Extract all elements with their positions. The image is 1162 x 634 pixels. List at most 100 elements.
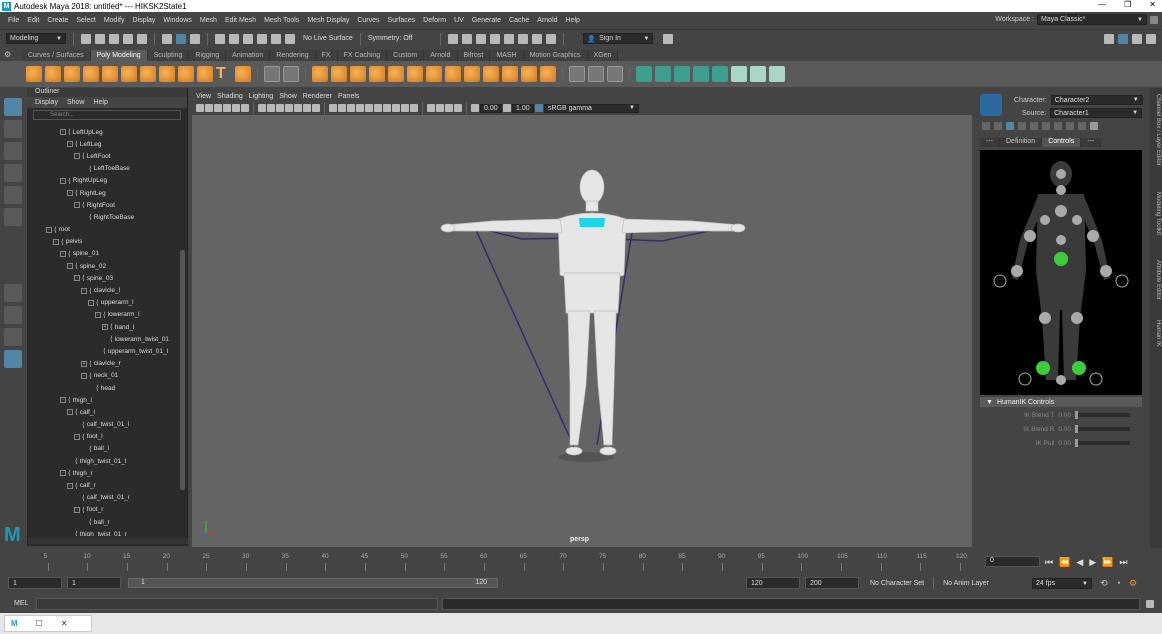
rotate-tool-icon[interactable]: [4, 186, 22, 204]
character-tab-1[interactable]: Definition: [1000, 138, 1043, 147]
shelf-tab-curves-surfaces[interactable]: Curves / Surfaces: [22, 50, 91, 61]
go-to-end-icon[interactable]: ⏭: [1119, 557, 1127, 568]
collapse-icon[interactable]: -: [74, 506, 80, 513]
uv-layout-icon[interactable]: [750, 66, 766, 82]
shelf-tab-rendering[interactable]: Rendering: [270, 50, 316, 61]
snap-point-icon[interactable]: [243, 33, 253, 44]
film-gate-icon[interactable]: [267, 104, 275, 112]
four-view-layout-icon[interactable]: [4, 306, 22, 324]
outliner-row[interactable]: ⟨ ball_r: [27, 516, 182, 528]
undo-icon[interactable]: [123, 33, 133, 44]
outliner-row[interactable]: ⟨ thigh_twist_01_l: [27, 455, 182, 467]
side-tab-channel-box-layer-editor[interactable]: Channel Box / Layer Editor: [1151, 94, 1161, 166]
ambient-occlusion-icon[interactable]: [383, 104, 391, 112]
go-to-start-icon[interactable]: ⏮: [1045, 557, 1053, 568]
outliner-row[interactable]: - ⟨ pelvis: [27, 236, 182, 248]
animation-start-field[interactable]: 1: [8, 577, 62, 589]
viewport-panel[interactable]: [192, 115, 972, 547]
shelf-tab-mash[interactable]: MASH: [490, 50, 524, 61]
grease-pencil-icon[interactable]: [241, 104, 249, 112]
uv-spherical-icon[interactable]: [674, 66, 690, 82]
bookmarks-icon[interactable]: [214, 104, 222, 112]
outliner-row[interactable]: - ⟨ thigh_l: [27, 394, 182, 406]
outliner-row[interactable]: - ⟨ calf_r: [27, 479, 182, 491]
current-frame-field[interactable]: 0: [985, 556, 1040, 567]
uv-cylindrical-icon[interactable]: [655, 66, 671, 82]
outliner-row[interactable]: - ⟨ lowerarm_l: [27, 309, 182, 321]
depth-of-field-icon[interactable]: [410, 104, 418, 112]
shelf-tab-custom[interactable]: Custom: [387, 50, 425, 61]
animation-end-field[interactable]: 200: [805, 577, 859, 589]
wireframe-icon[interactable]: [329, 104, 337, 112]
snap-view-icon[interactable]: [257, 33, 267, 44]
xray-components-icon[interactable]: [454, 104, 462, 112]
safe-action-icon[interactable]: [303, 104, 311, 112]
outliner-row[interactable]: - ⟨ LeftFoot: [27, 150, 182, 162]
playback-start-field[interactable]: 1: [67, 577, 121, 589]
uv-planar-icon[interactable]: [636, 66, 652, 82]
outliner-row[interactable]: ⟨ LeftToeBase: [27, 163, 182, 175]
audio-icon[interactable]: ◔: [1116, 578, 1121, 589]
render-setup-icon[interactable]: [518, 33, 529, 44]
collapse-icon[interactable]: -: [60, 470, 66, 477]
play-forward-icon[interactable]: ▶: [1089, 557, 1096, 568]
menu-file[interactable]: File: [4, 17, 23, 24]
menu-windows[interactable]: Windows: [159, 17, 195, 24]
options-icon[interactable]: [1090, 122, 1098, 130]
shelf-tab-motion-graphics[interactable]: Motion Graphics: [523, 50, 588, 61]
viewport-menu-lighting[interactable]: Lighting: [249, 93, 280, 100]
outliner-row[interactable]: - ⟨ clavicle_l: [27, 284, 182, 296]
shelf-tab-rigging[interactable]: Rigging: [189, 50, 227, 61]
restore-icon[interactable]: ☐: [36, 619, 43, 628]
pin-translate-icon[interactable]: [1054, 122, 1062, 130]
collapse-icon[interactable]: -: [67, 409, 73, 416]
collapse-icon[interactable]: -: [67, 190, 73, 197]
offset-edge-loop-icon[interactable]: [588, 66, 604, 82]
menu-select[interactable]: Select: [72, 17, 99, 24]
exposure-field[interactable]: 0.00: [480, 103, 502, 113]
menu-arnold[interactable]: Arnold: [533, 17, 561, 24]
character-set-dropdown[interactable]: No Character Set: [870, 580, 924, 587]
shelf-tab-xgen[interactable]: XGen: [587, 50, 619, 61]
viewport-menu-show[interactable]: Show: [279, 93, 303, 100]
new-scene-icon[interactable]: [81, 33, 91, 44]
key-icon[interactable]: [1042, 122, 1050, 130]
poly-cube-icon[interactable]: [45, 66, 61, 82]
light-editor-icon[interactable]: [532, 33, 543, 44]
viewport-menu-shading[interactable]: Shading: [217, 93, 249, 100]
poly-plane-icon[interactable]: [121, 66, 137, 82]
hypershade-icon[interactable]: [504, 33, 515, 44]
full-body-icon[interactable]: [1006, 122, 1014, 130]
poly-disc-icon[interactable]: [140, 66, 156, 82]
outliner-row[interactable]: ⟨ RightToeBase: [27, 211, 182, 223]
character-tab-3[interactable]: ---: [1081, 138, 1102, 147]
outliner-menu-show[interactable]: Show: [67, 99, 85, 106]
collapse-icon[interactable]: -: [53, 238, 59, 245]
humanik-controls-header[interactable]: ▼ HumanIK Controls: [980, 397, 1142, 407]
step-back-frame-icon[interactable]: ◀: [1076, 557, 1083, 568]
isolate-select-icon[interactable]: [427, 104, 435, 112]
target-weld-icon[interactable]: [607, 66, 623, 82]
collapse-icon[interactable]: -: [67, 482, 73, 489]
outliner-row[interactable]: ⟨ upperarm_twist_01_l: [27, 345, 182, 357]
separate-icon[interactable]: [331, 66, 347, 82]
uv-automatic-icon[interactable]: [693, 66, 709, 82]
menu-help[interactable]: Help: [562, 17, 584, 24]
menu-edit-mesh[interactable]: Edit Mesh: [221, 17, 260, 24]
restore-button[interactable]: ❐: [1124, 0, 1131, 9]
collapse-icon[interactable]: -: [81, 287, 87, 294]
menu-edit[interactable]: Edit: [23, 17, 43, 24]
mirror-icon[interactable]: [388, 66, 404, 82]
view-transform-dropdown[interactable]: sRGB gamma ▼: [544, 103, 639, 113]
shelf-settings-icon[interactable]: ⚙: [4, 50, 18, 61]
modeling-toolkit-icon[interactable]: [1104, 33, 1114, 44]
viewport-menu-panels[interactable]: Panels: [338, 93, 365, 100]
poly-cylinder-icon[interactable]: [64, 66, 80, 82]
side-tab-human-ik[interactable]: Human IK: [1151, 320, 1161, 347]
attribute-editor-icon[interactable]: [1132, 33, 1142, 44]
scale-tool-icon[interactable]: [4, 208, 22, 226]
redo-icon[interactable]: [137, 33, 147, 44]
close-icon[interactable]: ✕: [61, 619, 68, 628]
select-component-icon[interactable]: [190, 33, 200, 44]
command-input[interactable]: [36, 598, 438, 610]
